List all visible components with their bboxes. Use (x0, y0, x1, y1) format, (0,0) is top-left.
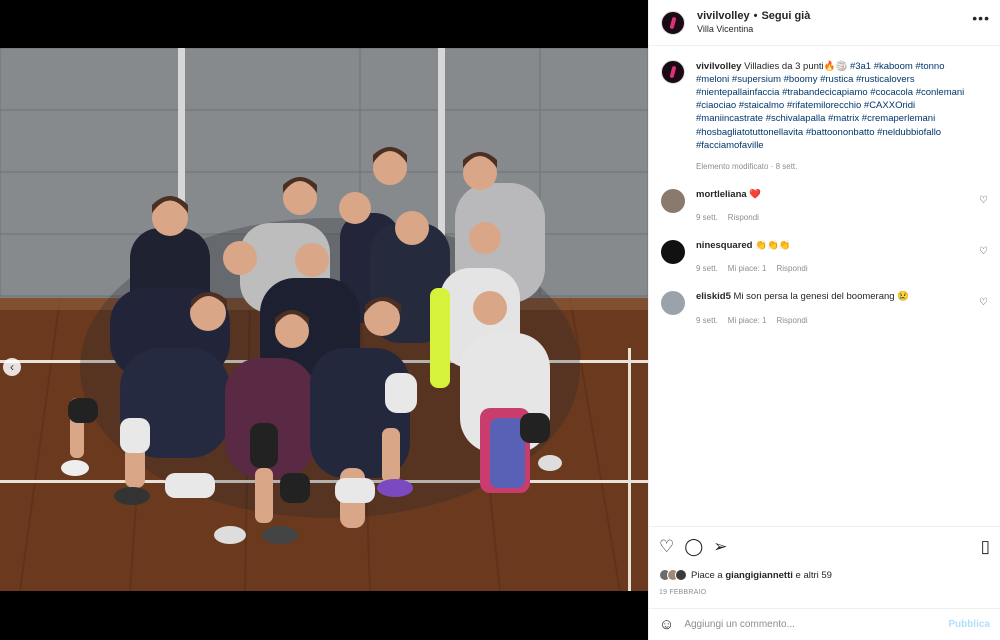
comment-time[interactable]: 9 sett. (696, 316, 718, 325)
heart-icon[interactable]: ♡ (979, 246, 988, 257)
likes-user[interactable]: giangigiannetti (725, 570, 793, 581)
avatar[interactable] (661, 188, 685, 213)
comment-time[interactable]: 9 sett. (696, 264, 718, 273)
caption-username[interactable]: vivilvolley (696, 61, 741, 72)
avatar[interactable] (661, 10, 685, 35)
more-options-icon[interactable]: ••• (972, 10, 990, 26)
caption-meta: Elemento modificato · 8 sett. (696, 161, 798, 171)
avatar[interactable] (661, 240, 685, 265)
post-username[interactable]: vivilvolley (697, 10, 750, 24)
bookmark-icon[interactable]: ▯ (981, 538, 990, 555)
comment-likes[interactable]: Mi piace: 1 (728, 264, 767, 273)
likes-prefix: Piace a (691, 569, 726, 581)
team-photo[interactable]: ‹ (0, 48, 648, 591)
heart-icon[interactable]: ♡ (979, 297, 988, 308)
avatar[interactable] (661, 60, 685, 84)
post-date[interactable]: 19 FEBBRAIO (659, 589, 990, 596)
comment-item: ninesquared 👏👏👏 9 sett. Mi piace: 1 Risp… (661, 240, 988, 273)
post-panel: vivilvolley • Segui già Villa Vicentina … (648, 0, 1000, 640)
comment-text: ❤️ (749, 188, 762, 200)
likes-summary: Piace a giangigiannetti e altri 59 (659, 569, 990, 581)
comment-text: Mi son persa la genesi del boomerang 😢 (733, 291, 910, 303)
comment-likes[interactable]: Mi piace: 1 (728, 316, 767, 325)
comment-username[interactable]: eliskid5 (696, 291, 731, 302)
comment-username[interactable]: ninesquared (696, 240, 753, 251)
emoji-icon[interactable]: ☺ (659, 616, 674, 633)
photo-illustration (0, 48, 648, 591)
post-location[interactable]: Villa Vicentina (697, 24, 810, 35)
caption-text: Villadies da 3 punti🔥🏐 (744, 61, 850, 72)
reply-button[interactable]: Rispondi (776, 316, 807, 325)
follow-button[interactable]: Segui già (761, 10, 810, 24)
share-icon[interactable]: ➢ (713, 538, 727, 555)
heart-icon[interactable]: ♡ (979, 195, 988, 206)
comment-input[interactable] (684, 619, 925, 630)
post-media: ‹ (0, 0, 648, 640)
separator-dot: • (753, 10, 758, 22)
comment-text: 👏👏👏 (755, 240, 791, 252)
comments-list: vivilvolley Villadies da 3 punti🔥🏐 #3a1 … (649, 52, 1000, 530)
chevron-left-icon[interactable]: ‹ (3, 358, 21, 376)
publish-button[interactable]: Pubblica (948, 619, 990, 630)
heart-icon[interactable]: ♡ (659, 538, 674, 555)
avatar[interactable] (661, 291, 685, 316)
caption: vivilvolley Villadies da 3 punti🔥🏐 #3a1 … (661, 60, 988, 171)
reply-button[interactable]: Rispondi (776, 264, 807, 273)
caption-hashtags[interactable]: #3a1 #kaboom #tonno #meloni #supersium #… (696, 61, 964, 151)
post-actions: ♡ ◯ ➢ ▯ Piace a giangigiannetti e altri … (649, 526, 1000, 596)
comment-item: mortleliana ❤️ 9 sett. Rispondi ♡ (661, 188, 988, 222)
comment-item: eliskid5 Mi son persa la genesi del boom… (661, 291, 988, 325)
likes-others[interactable]: e altri 59 (793, 570, 832, 581)
comment-username[interactable]: mortleliana (696, 189, 747, 200)
post-header: vivilvolley • Segui già Villa Vicentina … (649, 0, 1000, 46)
comment-time[interactable]: 9 sett. (696, 213, 718, 222)
reply-button[interactable]: Rispondi (728, 213, 759, 222)
add-comment-bar: ☺ Pubblica (649, 608, 1000, 640)
comment-icon[interactable]: ◯ (684, 538, 703, 555)
avatar (675, 569, 687, 581)
